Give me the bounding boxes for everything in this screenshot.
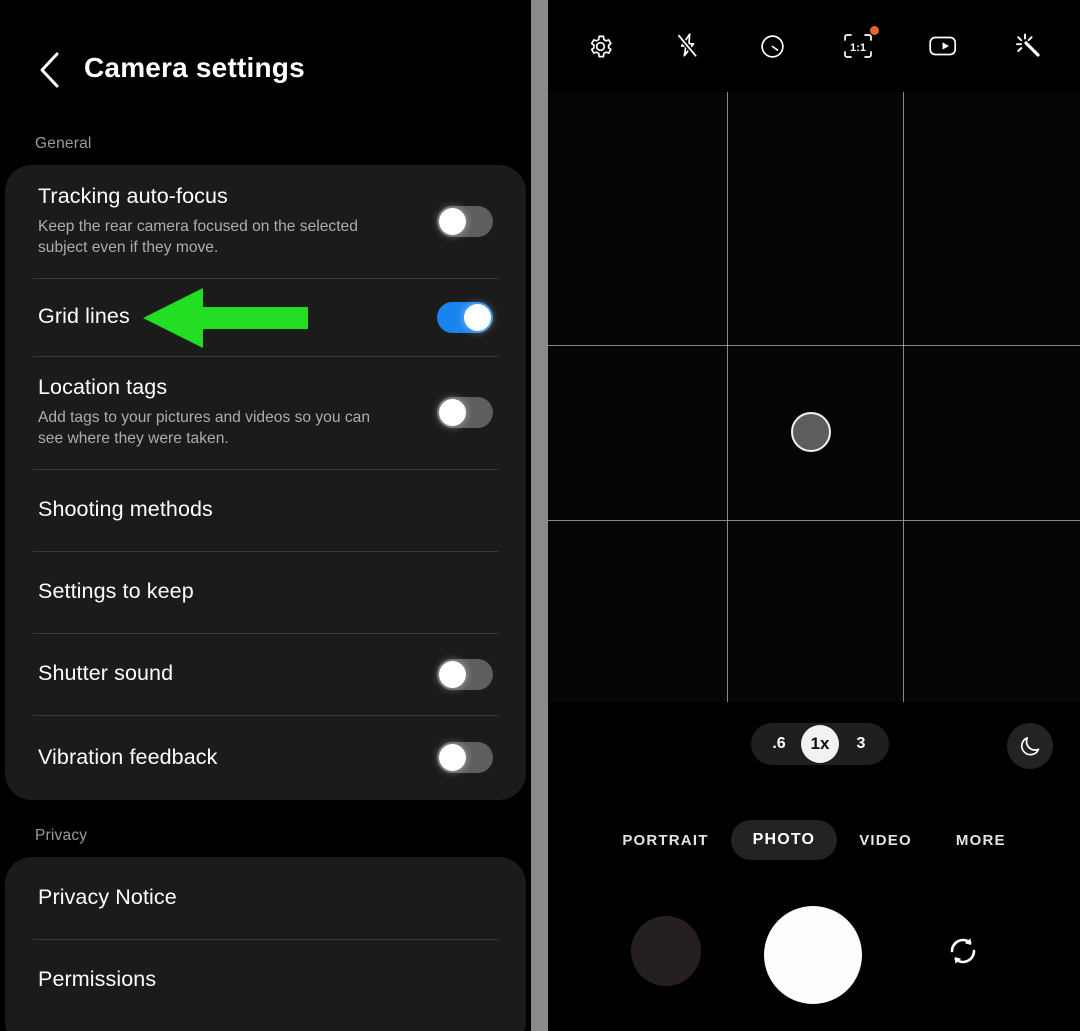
grid-line-vertical: [727, 92, 728, 702]
toggle-grid-lines[interactable]: [437, 301, 493, 333]
aspect-ratio-icon[interactable]: 1:1: [836, 24, 880, 68]
night-mode-button[interactable]: [1007, 723, 1053, 769]
setting-row-text: Location tags Add tags to your pictures …: [38, 375, 437, 449]
setting-title: Privacy Notice: [38, 885, 177, 910]
screenshot-root: Camera settings General Tracking auto-fo…: [0, 0, 1080, 1031]
toggle-knob: [439, 208, 466, 235]
toggle-shutter-sound[interactable]: [437, 658, 493, 690]
setting-title: Permissions: [38, 967, 157, 992]
gallery-thumbnail-button[interactable]: [631, 916, 701, 986]
settings-card-general: Tracking auto-focus Keep the rear camera…: [5, 165, 526, 800]
page-title: Camera settings: [84, 52, 305, 83]
section-label-privacy: Privacy: [35, 827, 88, 844]
setting-row-text: Permissions: [38, 967, 493, 993]
effects-icon[interactable]: [1007, 24, 1051, 68]
setting-row-vibration-feedback[interactable]: Vibration feedback: [5, 715, 526, 800]
setting-row-permissions[interactable]: Permissions: [5, 939, 526, 1021]
toggle-location-tags[interactable]: [437, 397, 493, 428]
setting-row-text: Tracking auto-focus Keep the rear camera…: [38, 184, 437, 258]
moon-icon: [1020, 737, 1040, 756]
mode-portrait[interactable]: PORTRAIT: [600, 820, 730, 860]
settings-card-privacy: Privacy Notice Permissions: [5, 857, 526, 1031]
toggle-knob: [439, 744, 466, 771]
settings-header: Camera settings: [0, 0, 531, 125]
switch-camera-button[interactable]: [940, 928, 986, 974]
flash-off-icon[interactable]: [665, 24, 709, 68]
toggle-vibration-feedback[interactable]: [437, 742, 493, 773]
panel-divider: [531, 0, 548, 1031]
setting-title: Tracking auto-focus: [38, 184, 228, 209]
zoom-option-1x[interactable]: 1x: [801, 725, 839, 763]
notification-badge-dot: [870, 26, 879, 35]
setting-row-shooting-methods[interactable]: Shooting methods: [5, 469, 526, 551]
grid-line-vertical: [903, 92, 904, 702]
setting-row-text: Shutter sound: [38, 661, 437, 687]
section-label-general: General: [35, 135, 92, 152]
switch-camera-icon: [950, 938, 976, 964]
zoom-control[interactable]: .6 1x 3: [751, 723, 889, 765]
setting-title: Shooting methods: [38, 497, 213, 522]
timer-icon[interactable]: [750, 24, 794, 68]
aspect-ratio-label: 1:1: [850, 42, 866, 54]
setting-row-location-tags[interactable]: Location tags Add tags to your pictures …: [5, 356, 526, 469]
setting-row-text: Shooting methods: [38, 497, 493, 523]
setting-row-grid-lines[interactable]: Grid lines: [5, 278, 526, 356]
setting-description: Add tags to your pictures and videos so …: [38, 409, 370, 447]
back-button[interactable]: [30, 48, 70, 92]
mode-selector: PORTRAIT PHOTO VIDEO MORE: [548, 815, 1080, 865]
shutter-button[interactable]: [764, 906, 862, 1004]
shutter-row: [548, 898, 1080, 1008]
toggle-knob: [439, 660, 466, 688]
zoom-option-3x[interactable]: 3: [839, 728, 883, 760]
setting-row-privacy-notice[interactable]: Privacy Notice: [5, 857, 526, 939]
setting-title: Shutter sound: [38, 661, 174, 686]
viewfinder[interactable]: [548, 92, 1080, 702]
focus-marker-icon: [791, 412, 831, 452]
camera-viewfinder-panel: 1:1 .6 1x 3 PORTRAIT PHOTO VIDEO MORE: [548, 0, 1080, 1031]
setting-row-settings-to-keep[interactable]: Settings to keep: [5, 551, 526, 633]
setting-row-text: Privacy Notice: [38, 885, 493, 911]
setting-title: Vibration feedback: [38, 744, 218, 769]
grid-line-horizontal: [548, 345, 1080, 346]
motion-photo-icon[interactable]: [921, 24, 965, 68]
setting-row-text: Vibration feedback: [38, 745, 437, 771]
setting-description: Keep the rear camera focused on the sele…: [38, 218, 358, 256]
mode-photo[interactable]: PHOTO: [730, 820, 838, 860]
toggle-knob: [439, 399, 466, 426]
camera-toolbar: 1:1: [548, 0, 1080, 92]
camera-settings-panel: Camera settings General Tracking auto-fo…: [0, 0, 531, 1031]
setting-title: Settings to keep: [38, 579, 194, 604]
mode-video[interactable]: VIDEO: [837, 820, 934, 860]
toggle-knob: [464, 303, 491, 331]
setting-row-tracking-auto-focus[interactable]: Tracking auto-focus Keep the rear camera…: [5, 165, 526, 278]
grid-line-horizontal: [548, 520, 1080, 521]
setting-row-text: Grid lines: [38, 304, 437, 330]
zoom-option-0_6x[interactable]: .6: [757, 728, 801, 760]
setting-title: Grid lines: [38, 304, 130, 329]
setting-title: Location tags: [38, 375, 168, 400]
mode-more[interactable]: MORE: [934, 820, 1028, 860]
setting-row-text: Settings to keep: [38, 579, 493, 605]
toggle-tracking-auto-focus[interactable]: [437, 206, 493, 237]
settings-icon[interactable]: [578, 24, 622, 68]
setting-row-shutter-sound[interactable]: Shutter sound: [5, 633, 526, 715]
